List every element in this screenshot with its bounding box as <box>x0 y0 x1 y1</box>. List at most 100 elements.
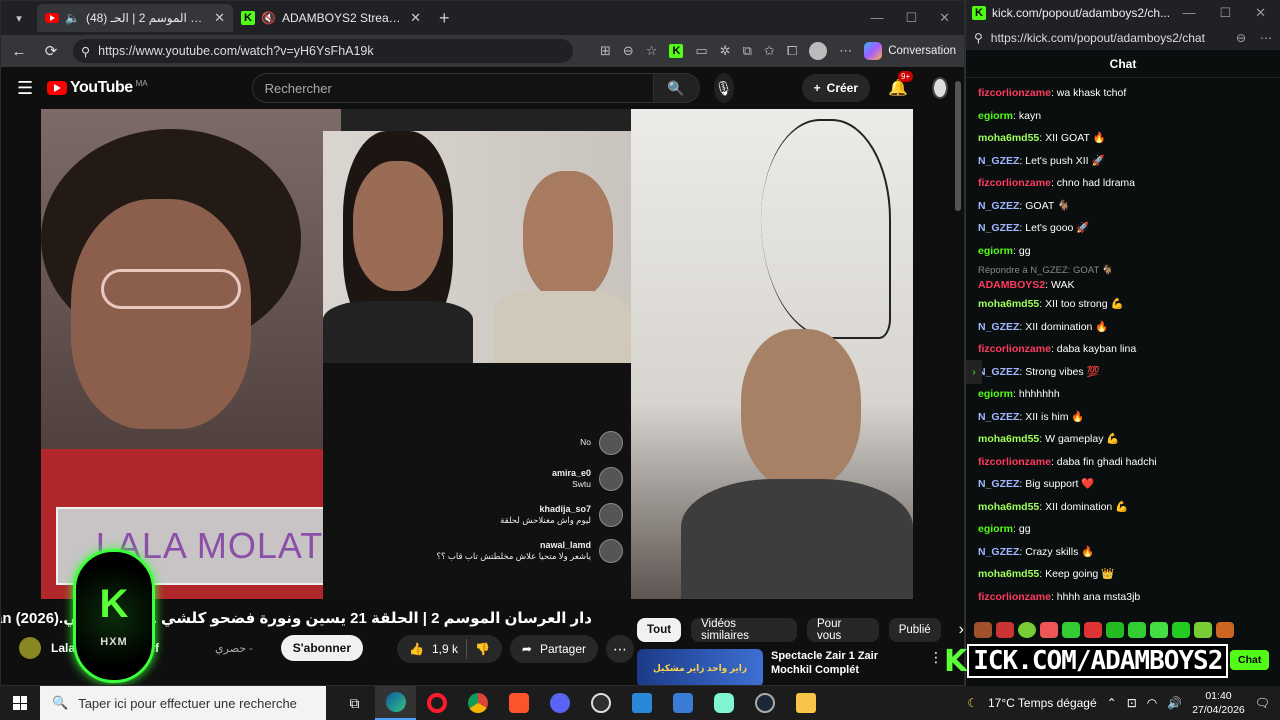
chevron-up-icon[interactable]: ⌃ <box>1107 696 1117 710</box>
refresh-icon[interactable]: ⟳ <box>41 42 61 60</box>
chat-message[interactable]: N_GZEZ: GOAT 🐐 <box>978 195 1280 218</box>
split-screen-icon[interactable]: ⧉ <box>743 43 752 59</box>
chat-message[interactable]: fizcorlionzame: hhhh ana msta3jb <box>978 586 1280 609</box>
create-button[interactable]: + Créer <box>801 74 871 102</box>
close-tab-icon[interactable]: ✕ <box>214 10 225 26</box>
opera-icon[interactable] <box>416 686 457 720</box>
minimize-icon[interactable]: — <box>870 10 883 26</box>
emote-icon[interactable] <box>1040 622 1058 638</box>
suggested-thumbnail[interactable]: زاير واحد زاير مشكيل <box>637 649 763 685</box>
chat-username[interactable]: N_GZEZ <box>978 546 1019 558</box>
chat-username[interactable]: egiorm <box>978 245 1013 257</box>
new-tab-icon[interactable]: + <box>439 8 450 29</box>
chat-message[interactable]: N_GZEZ: XII domination 🔥 <box>978 316 1280 339</box>
chat-username[interactable]: N_GZEZ <box>978 366 1019 378</box>
chat-message[interactable]: N_GZEZ: Crazy skills 🔥 <box>978 541 1280 564</box>
emote-icon[interactable] <box>1194 622 1212 638</box>
more-menu-icon[interactable]: ⋯ <box>1260 31 1272 45</box>
chat-username[interactable]: N_GZEZ <box>978 222 1019 234</box>
chat-message[interactable]: fizcorlionzame: daba kayban lina <box>978 338 1280 361</box>
chat-username[interactable]: N_GZEZ <box>978 155 1019 167</box>
copilot-button[interactable]: Conversation <box>864 42 956 60</box>
chat-username[interactable]: egiorm <box>978 110 1013 122</box>
chat-message[interactable]: fizcorlionzame: chno had ldrama <box>978 172 1280 195</box>
zoom-icon[interactable]: ⊖ <box>1236 31 1246 45</box>
thumbs-up-icon[interactable]: 👍 <box>409 642 424 656</box>
emote-icon[interactable] <box>1084 622 1102 638</box>
channel-avatar[interactable] <box>19 637 41 659</box>
video-player[interactable]: LALA MOLATI No amira_e0 Swtu khadija_so7… <box>41 109 913 599</box>
chat-username[interactable]: N_GZEZ <box>978 321 1019 333</box>
maximize-icon[interactable]: ☐ <box>905 10 917 26</box>
speaker-icon[interactable]: 🔈 <box>65 11 80 25</box>
kick-extension-icon[interactable]: K <box>669 44 684 58</box>
chat-username[interactable]: N_GZEZ <box>978 200 1019 212</box>
chat-message[interactable]: egiorm: gg <box>978 240 1280 263</box>
like-count[interactable]: 1,9 k <box>432 642 458 656</box>
maximize-icon[interactable]: ☐ <box>1219 5 1231 21</box>
close-window-icon[interactable]: ✕ <box>1255 5 1266 21</box>
chat-username[interactable]: N_GZEZ <box>978 478 1019 490</box>
chat-username[interactable]: moha6md55 <box>978 501 1039 513</box>
profile-icon[interactable] <box>809 42 828 60</box>
chat-message[interactable]: fizcorlionzame: daba fin ghadi hadchi <box>978 451 1280 474</box>
start-button[interactable] <box>0 696 40 710</box>
chat-message[interactable]: moha6md55: W gameplay 💪 <box>978 428 1280 451</box>
chat-username[interactable]: egiorm <box>978 388 1013 400</box>
favorites-icon[interactable]: ✩ <box>764 43 775 59</box>
steam-icon[interactable] <box>744 686 785 720</box>
chat-message[interactable]: egiorm: kayn <box>978 105 1280 128</box>
address-bar[interactable]: ⚲ https://www.youtube.com/watch?v=yH6YsF… <box>73 39 573 63</box>
chat-message[interactable]: egiorm: hhhhhhh <box>978 383 1280 406</box>
streamlabs-icon[interactable] <box>703 686 744 720</box>
chat-message[interactable]: ADAMBOYS2: WAK <box>978 277 1280 293</box>
emote-icon[interactable] <box>1106 622 1124 638</box>
chat-username[interactable]: fizcorlionzame <box>978 456 1051 468</box>
chat-username[interactable]: fizcorlionzame <box>978 343 1051 355</box>
channel-name[interactable]: Lala <box>51 641 75 655</box>
chat-message[interactable]: N_GZEZ: Big support ❤️ <box>978 473 1280 496</box>
emote-icon[interactable] <box>1128 622 1146 638</box>
speaker-muted-icon[interactable]: 🔇 <box>261 11 276 25</box>
chat-message[interactable]: moha6md55: XII domination 💪 <box>978 496 1280 519</box>
chat-message[interactable]: N_GZEZ: Let's gooo 🚀 <box>978 217 1280 240</box>
volume-icon[interactable]: 🔊 <box>1167 696 1182 710</box>
favorite-star-icon[interactable]: ☆ <box>646 43 658 59</box>
close-tab-icon[interactable]: ✕ <box>410 10 421 26</box>
notifications-icon[interactable]: 🗨 <box>1255 696 1270 710</box>
chat-username[interactable]: moha6md55 <box>978 433 1039 445</box>
share-button[interactable]: ➦ Partager <box>509 635 599 663</box>
network-icon[interactable]: ⊡ <box>1127 696 1137 710</box>
voice-search-button[interactable]: 🎙 <box>713 73 734 103</box>
edge-icon[interactable] <box>375 686 416 720</box>
chat-message[interactable]: fizcorlionzame: wa khask tchof <box>978 82 1280 105</box>
scrollbar[interactable] <box>955 81 961 211</box>
emote-icon[interactable] <box>1216 622 1234 638</box>
store-icon[interactable] <box>621 686 662 720</box>
wifi-icon[interactable]: ◠ <box>1147 696 1157 710</box>
more-options-icon[interactable]: ⋮ <box>929 649 943 685</box>
taskbar-search[interactable]: 🔍 Taper ici pour effectuer une recherche <box>40 686 326 720</box>
chat-username[interactable]: N_GZEZ <box>978 411 1019 423</box>
chat-message[interactable]: N_GZEZ: Let's push XII 🚀 <box>978 150 1280 173</box>
tab-actions-menu-icon[interactable]: ▾ <box>7 6 31 30</box>
chat-message[interactable]: N_GZEZ: Strong vibes 💯 <box>978 361 1280 384</box>
tab-kick[interactable]: K 🔇 ADAMBOYS2 Stream - Watch ✕ <box>233 4 429 32</box>
suggested-video[interactable]: زاير واحد زاير مشكيل Spectacle Zair 1 Za… <box>637 649 943 685</box>
emote-icon[interactable] <box>974 622 992 638</box>
chat-message[interactable]: egiorm: gg <box>978 518 1280 541</box>
emote-icon[interactable] <box>1018 622 1036 638</box>
chat-message[interactable]: moha6md55: XII too strong 💪 <box>978 293 1280 316</box>
site-info-icon[interactable]: ⚲ <box>81 44 90 59</box>
chip-all[interactable]: Tout <box>637 618 682 642</box>
chat-username[interactable]: fizcorlionzame <box>978 87 1051 99</box>
emote-icon[interactable] <box>996 622 1014 638</box>
zoom-icon[interactable]: ⊖ <box>623 43 634 59</box>
more-actions-icon[interactable]: ⋯ <box>606 635 635 663</box>
emote-icon[interactable] <box>1062 622 1080 638</box>
task-view-icon[interactable]: ⧉ <box>334 686 375 720</box>
search-input[interactable]: Rechercher <box>251 73 654 103</box>
collections-icon[interactable]: ⧠ <box>787 43 797 59</box>
discord-icon[interactable] <box>539 686 580 720</box>
minimize-icon[interactable]: — <box>1182 5 1195 21</box>
